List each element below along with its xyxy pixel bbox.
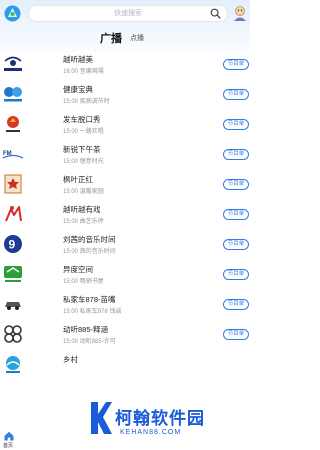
tianjin-news-logo-icon — [4, 266, 22, 282]
station-name: 私家车878-苗嘴 — [63, 295, 116, 304]
search-input[interactable]: 快速搜索 — [28, 5, 228, 22]
watermark: 柯翰软件园 KEHAN88.COM — [88, 400, 250, 450]
dongting-885-logo-icon — [4, 325, 22, 343]
schedule-button[interactable]: 节目单 — [223, 209, 249, 220]
user-profile-icon[interactable] — [232, 5, 248, 22]
list-item[interactable]: FM 新锐下午茶 15:00 惬意时光 节目单 — [0, 140, 250, 170]
tianjin-music-logo-icon — [2, 53, 24, 75]
rural-radio-logo-icon — [6, 356, 20, 373]
fm-radio-logo-icon: FM — [2, 151, 24, 159]
search-placeholder: 快速搜索 — [114, 10, 142, 17]
watermark-url: KEHAN88.COM — [120, 429, 182, 436]
program-info: 15:00 一路欢唱 — [63, 129, 104, 135]
tab-broadcast[interactable]: 广播 — [100, 30, 122, 46]
program-info: 15:00 动听885-许可 — [63, 339, 116, 345]
music-9-logo-icon: 9 — [4, 235, 22, 253]
schedule-button[interactable]: 节目单 — [223, 149, 249, 160]
station-name: 枫叶正红 — [63, 175, 93, 184]
tab-bar: 广播 点播 — [0, 30, 250, 48]
car-878-logo-icon — [5, 302, 21, 310]
list-item[interactable]: 乡村 — [0, 350, 250, 380]
schedule-button[interactable]: 节目单 — [223, 119, 249, 130]
list-item[interactable]: 健康宝典 15:00 疾病调节时 节目单 — [0, 80, 250, 110]
list-item[interactable]: 9 刘茜的音乐时间 15:00 茜的音乐时间 节目单 — [0, 230, 250, 260]
program-info: 15:00 茜的音乐时间 — [63, 249, 116, 255]
search-icon[interactable] — [210, 8, 221, 19]
schedule-button[interactable]: 节目单 — [223, 59, 249, 70]
maple-logo-icon — [4, 174, 22, 194]
station-name: 乡村 — [63, 355, 78, 364]
station-list: 越听越美 16:00 音樂現場 节目单 健康宝典 15:00 疾病调节时 节目单… — [0, 50, 250, 380]
list-item[interactable]: 越听越有戏 15:00 曲艺乐停 节目单 — [0, 200, 250, 230]
station-name: 越听越有戏 — [63, 205, 101, 214]
list-item[interactable]: 发车脱口秀 15:00 一路欢唱 节目单 — [0, 110, 250, 140]
nav-home-label[interactable]: 首页 — [3, 442, 13, 449]
watermark-logo-icon — [91, 402, 112, 434]
health-radio-logo-icon — [4, 87, 22, 102]
schedule-button[interactable]: 节目单 — [223, 239, 249, 250]
list-item[interactable]: 枫叶正红 15:00 温暖家园 节目单 — [0, 170, 250, 200]
svg-text:9: 9 — [9, 238, 16, 252]
station-name: 发车脱口秀 — [63, 115, 101, 124]
list-item[interactable]: 越听越美 16:00 音樂現場 节目单 — [0, 50, 250, 80]
list-item[interactable]: 动听885-释涵 15:00 动听885-许可 节目单 — [0, 320, 250, 350]
program-info: 15:00 疾病调节时 — [63, 99, 110, 105]
schedule-button[interactable]: 节目单 — [223, 329, 249, 340]
program-info: 15:00 惬意时光 — [63, 159, 104, 165]
app-logo-icon[interactable] — [4, 5, 21, 22]
header: 快速搜索 — [0, 0, 250, 30]
schedule-button[interactable]: 节目单 — [223, 269, 249, 280]
station-name: 新锐下午茶 — [63, 145, 101, 154]
program-info: 15:00 畅销书屋 — [63, 279, 104, 285]
station-name: 动听885-释涵 — [63, 325, 109, 334]
list-item[interactable]: 异度空间 15:00 畅销书屋 节目单 — [0, 260, 250, 290]
traffic-radio-logo-icon — [6, 116, 20, 132]
schedule-button[interactable]: 节目单 — [223, 179, 249, 190]
program-info: 16:00 音樂現場 — [63, 69, 104, 75]
list-item[interactable]: 私家车878-苗嘴 15:00 私家车878 钱诚 节目单 — [0, 290, 250, 320]
opera-logo-icon — [5, 206, 22, 222]
station-name: 刘茜的音乐时间 — [63, 235, 116, 244]
station-name: 异度空间 — [63, 265, 93, 274]
program-info: 15:00 私家车878 钱诚 — [63, 309, 122, 315]
tab-on-demand[interactable]: 点播 — [130, 33, 144, 43]
schedule-button[interactable]: 节目单 — [223, 89, 249, 100]
station-name: 越听越美 — [63, 55, 93, 64]
program-info: 15:00 温暖家园 — [63, 189, 104, 195]
home-icon[interactable] — [3, 430, 15, 442]
station-name: 健康宝典 — [63, 85, 93, 94]
program-info: 15:00 曲艺乐停 — [63, 219, 104, 225]
watermark-brand: 柯翰软件园 — [115, 409, 205, 429]
schedule-button[interactable]: 节目单 — [223, 299, 249, 310]
